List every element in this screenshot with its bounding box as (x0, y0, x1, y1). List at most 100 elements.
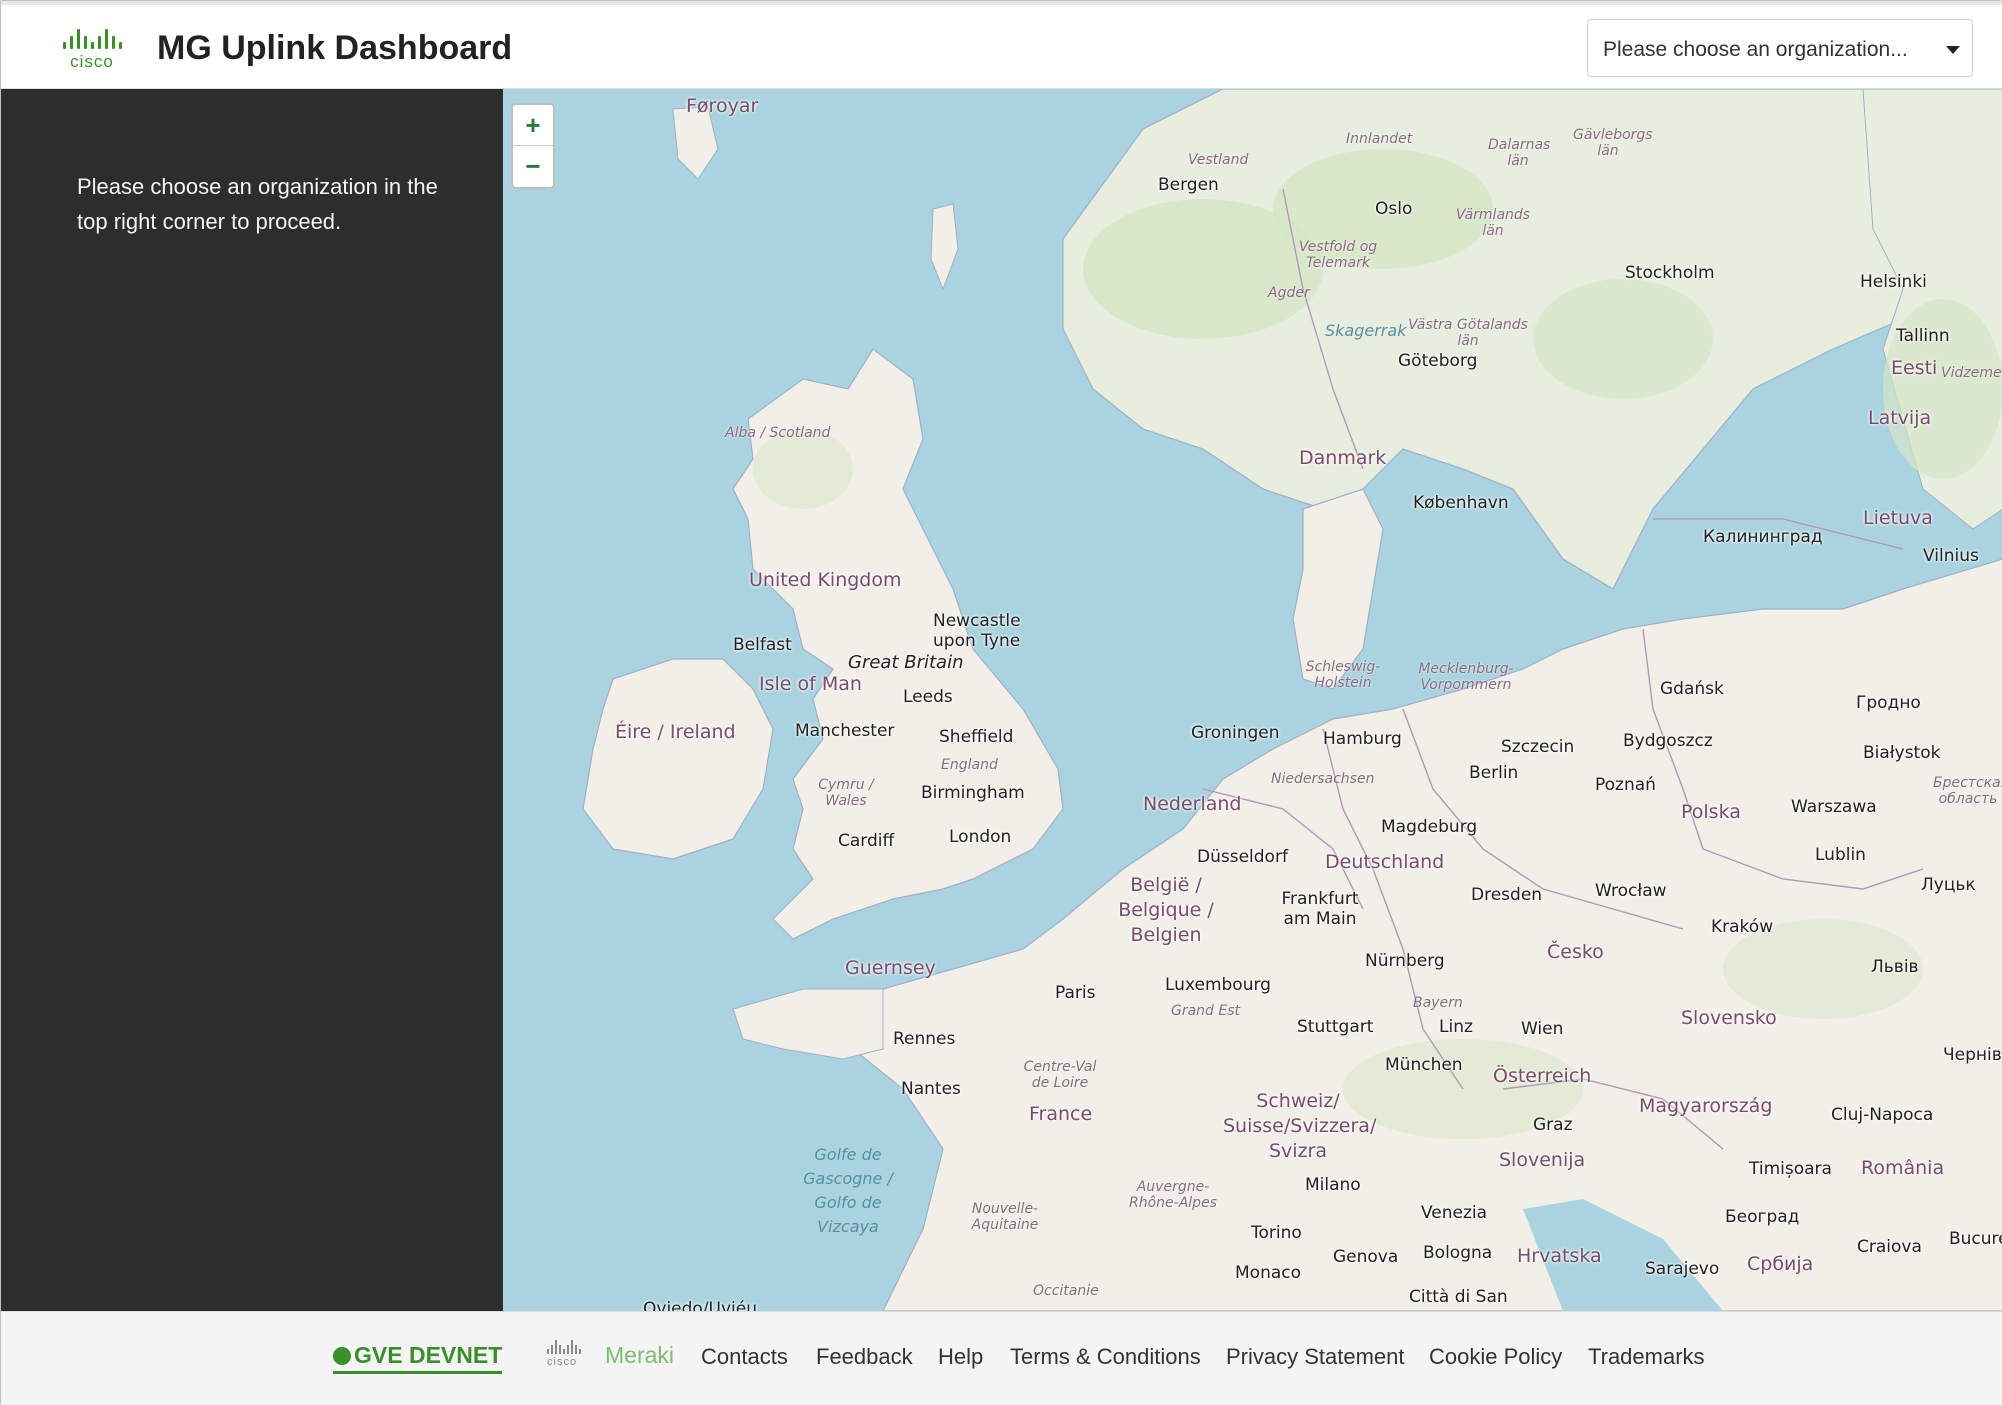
map-label: România (1861, 1157, 1945, 1179)
map-label: Vilnius (1923, 546, 1979, 566)
map-label: Niedersachsen (1271, 771, 1375, 787)
zoom-in-button[interactable]: + (513, 105, 553, 146)
map-label: Warszawa (1791, 797, 1877, 817)
map-label: Occitanie (1033, 1283, 1099, 1299)
footer-link-feedback[interactable]: Feedback (816, 1344, 913, 1370)
map-label: Luxembourg (1165, 975, 1271, 995)
map-label: Frankfurt am Main (1281, 889, 1359, 929)
map-label: Centre-Val de Loire (1023, 1059, 1097, 1091)
map-label: Västra Götalands län (1408, 317, 1528, 349)
map-label: Groningen (1191, 723, 1280, 743)
map-label: Białystok (1863, 743, 1941, 763)
footer-link-help[interactable]: Help (938, 1344, 983, 1370)
map-label: Skagerrak (1325, 321, 1407, 340)
map-label: Stockholm (1625, 263, 1715, 283)
map-label: Србија (1747, 1253, 1814, 1275)
zoom-control: + − (511, 103, 555, 189)
map-label: Cymru / Wales (818, 777, 874, 809)
map-label: Alba / Scotland (725, 425, 831, 441)
map-label: Slovenija (1499, 1149, 1586, 1171)
map-label: Éire / Ireland (615, 721, 736, 743)
map-label: Szczecin (1501, 737, 1575, 757)
map-label: Oviedo/Uviéu (643, 1299, 758, 1311)
map-label: Göteborg (1398, 351, 1478, 371)
page-title: MG Uplink Dashboard (157, 29, 513, 67)
footer-link-cookie-policy[interactable]: Cookie Policy (1429, 1344, 1562, 1370)
map-label: Auvergne-Rhône-Alpes (1129, 1179, 1217, 1211)
app-window: cisco MG Uplink Dashboard Please choose … (0, 0, 2002, 1405)
map-label: Eesti (1891, 357, 1938, 379)
map-label: Bydgoszcz (1623, 731, 1713, 751)
map-label: England (941, 757, 998, 773)
map-label: Gdańsk (1660, 679, 1724, 699)
map-label: Česko (1547, 941, 1604, 963)
map-label: Калининград (1703, 527, 1823, 547)
map-label: België / Belgique / Belgien (1118, 874, 1214, 946)
map-label: United Kingdom (749, 569, 902, 591)
map-label: Manchester (795, 721, 895, 741)
map-label: Città di San (1409, 1287, 1508, 1307)
map-label: Чернівці (1943, 1045, 2002, 1065)
map-label: Torino (1251, 1223, 1302, 1243)
map-label: Vidzeme (1941, 365, 2002, 381)
map-label: France (1029, 1103, 1093, 1125)
map-label: Golfe de Gascogne / Golfo de Vizcaya (803, 1145, 893, 1236)
map-label: Deutschland (1325, 851, 1445, 873)
map-label: Gävleborgs län (1573, 127, 1653, 159)
map-label: Schleswig-Holstein (1305, 659, 1381, 691)
map-label: Paris (1055, 983, 1096, 1003)
cisco-logo-text: cisco (70, 52, 114, 71)
map-label: Kraków (1711, 917, 1774, 937)
map-view[interactable]: + − Føroyar Vestland Bergen Innlandet Da… (503, 89, 2002, 1311)
map-label: Newcastle upon Tyne (933, 611, 1021, 651)
meraki-logo[interactable]: cisco Meraki (547, 1340, 674, 1368)
map-label: Österreich (1493, 1065, 1592, 1087)
zoom-out-button[interactable]: − (513, 146, 553, 187)
map-label: Львів (1871, 957, 1919, 977)
map-label: Genova (1333, 1247, 1399, 1267)
map-label: Grand Est (1171, 1003, 1241, 1019)
cisco-bars-icon (547, 1340, 581, 1354)
footer-link-contacts[interactable]: Contacts (701, 1344, 788, 1370)
map-label: Timișoara (1749, 1159, 1832, 1179)
map-label: Bologna (1423, 1243, 1493, 1263)
map-label: München (1385, 1055, 1463, 1075)
map-label: Bayern (1413, 995, 1463, 1011)
map-label: Venezia (1421, 1203, 1488, 1223)
footer-link-privacy[interactable]: Privacy Statement (1226, 1344, 1405, 1370)
organization-select[interactable]: Please choose an organization... (1587, 19, 1973, 77)
map-label: Bergen (1158, 175, 1219, 195)
cisco-logo: cisco (57, 29, 127, 71)
map-label: Hrvatska (1517, 1245, 1602, 1267)
map-label: Sheffield (939, 727, 1014, 747)
map-label: Nederland (1143, 793, 1242, 815)
map-label: Schweiz/ Suisse/Svizzera/ Svizra (1223, 1090, 1377, 1162)
map-label: Oslo (1375, 199, 1413, 219)
map-label: Sarajevo (1645, 1259, 1720, 1279)
footer-link-trademarks[interactable]: Trademarks (1588, 1344, 1705, 1370)
map-label: Bucureș (1949, 1229, 2002, 1249)
map-label: Poznań (1595, 775, 1656, 795)
map-label: Cluj-Napoca (1831, 1105, 1934, 1125)
map-label: Wrocław (1595, 881, 1667, 901)
map-label: Београд (1725, 1207, 1800, 1227)
cisco-bars-icon (57, 29, 127, 49)
footer-link-terms[interactable]: Terms & Conditions (1010, 1344, 1201, 1370)
map-label: København (1413, 493, 1509, 513)
footer-bar: GVE DEVNET cisco Meraki Contacts Feedbac… (1, 1311, 2002, 1405)
map-label: Magyarország (1639, 1095, 1773, 1117)
map-label: Nürnberg (1365, 951, 1445, 971)
map-label: Tallinn (1896, 326, 1950, 346)
map-label: Vestland (1188, 152, 1249, 168)
map-label: Vestfold og Telemark (1298, 239, 1378, 271)
map-label: Innlandet (1346, 131, 1413, 147)
map-label: Birmingham (921, 783, 1025, 803)
map-label: Polska (1681, 801, 1741, 823)
map-label: Lietuva (1863, 507, 1933, 529)
sidebar-message: Please choose an organization in the top… (77, 174, 438, 234)
map-label: Latvija (1868, 407, 1932, 429)
map-label: Slovensko (1681, 1007, 1777, 1029)
gve-devnet-logo[interactable]: GVE DEVNET (333, 1342, 503, 1374)
map-label: Monaco (1235, 1263, 1302, 1283)
sidebar-panel: Please choose an organization in the top… (1, 89, 503, 1311)
